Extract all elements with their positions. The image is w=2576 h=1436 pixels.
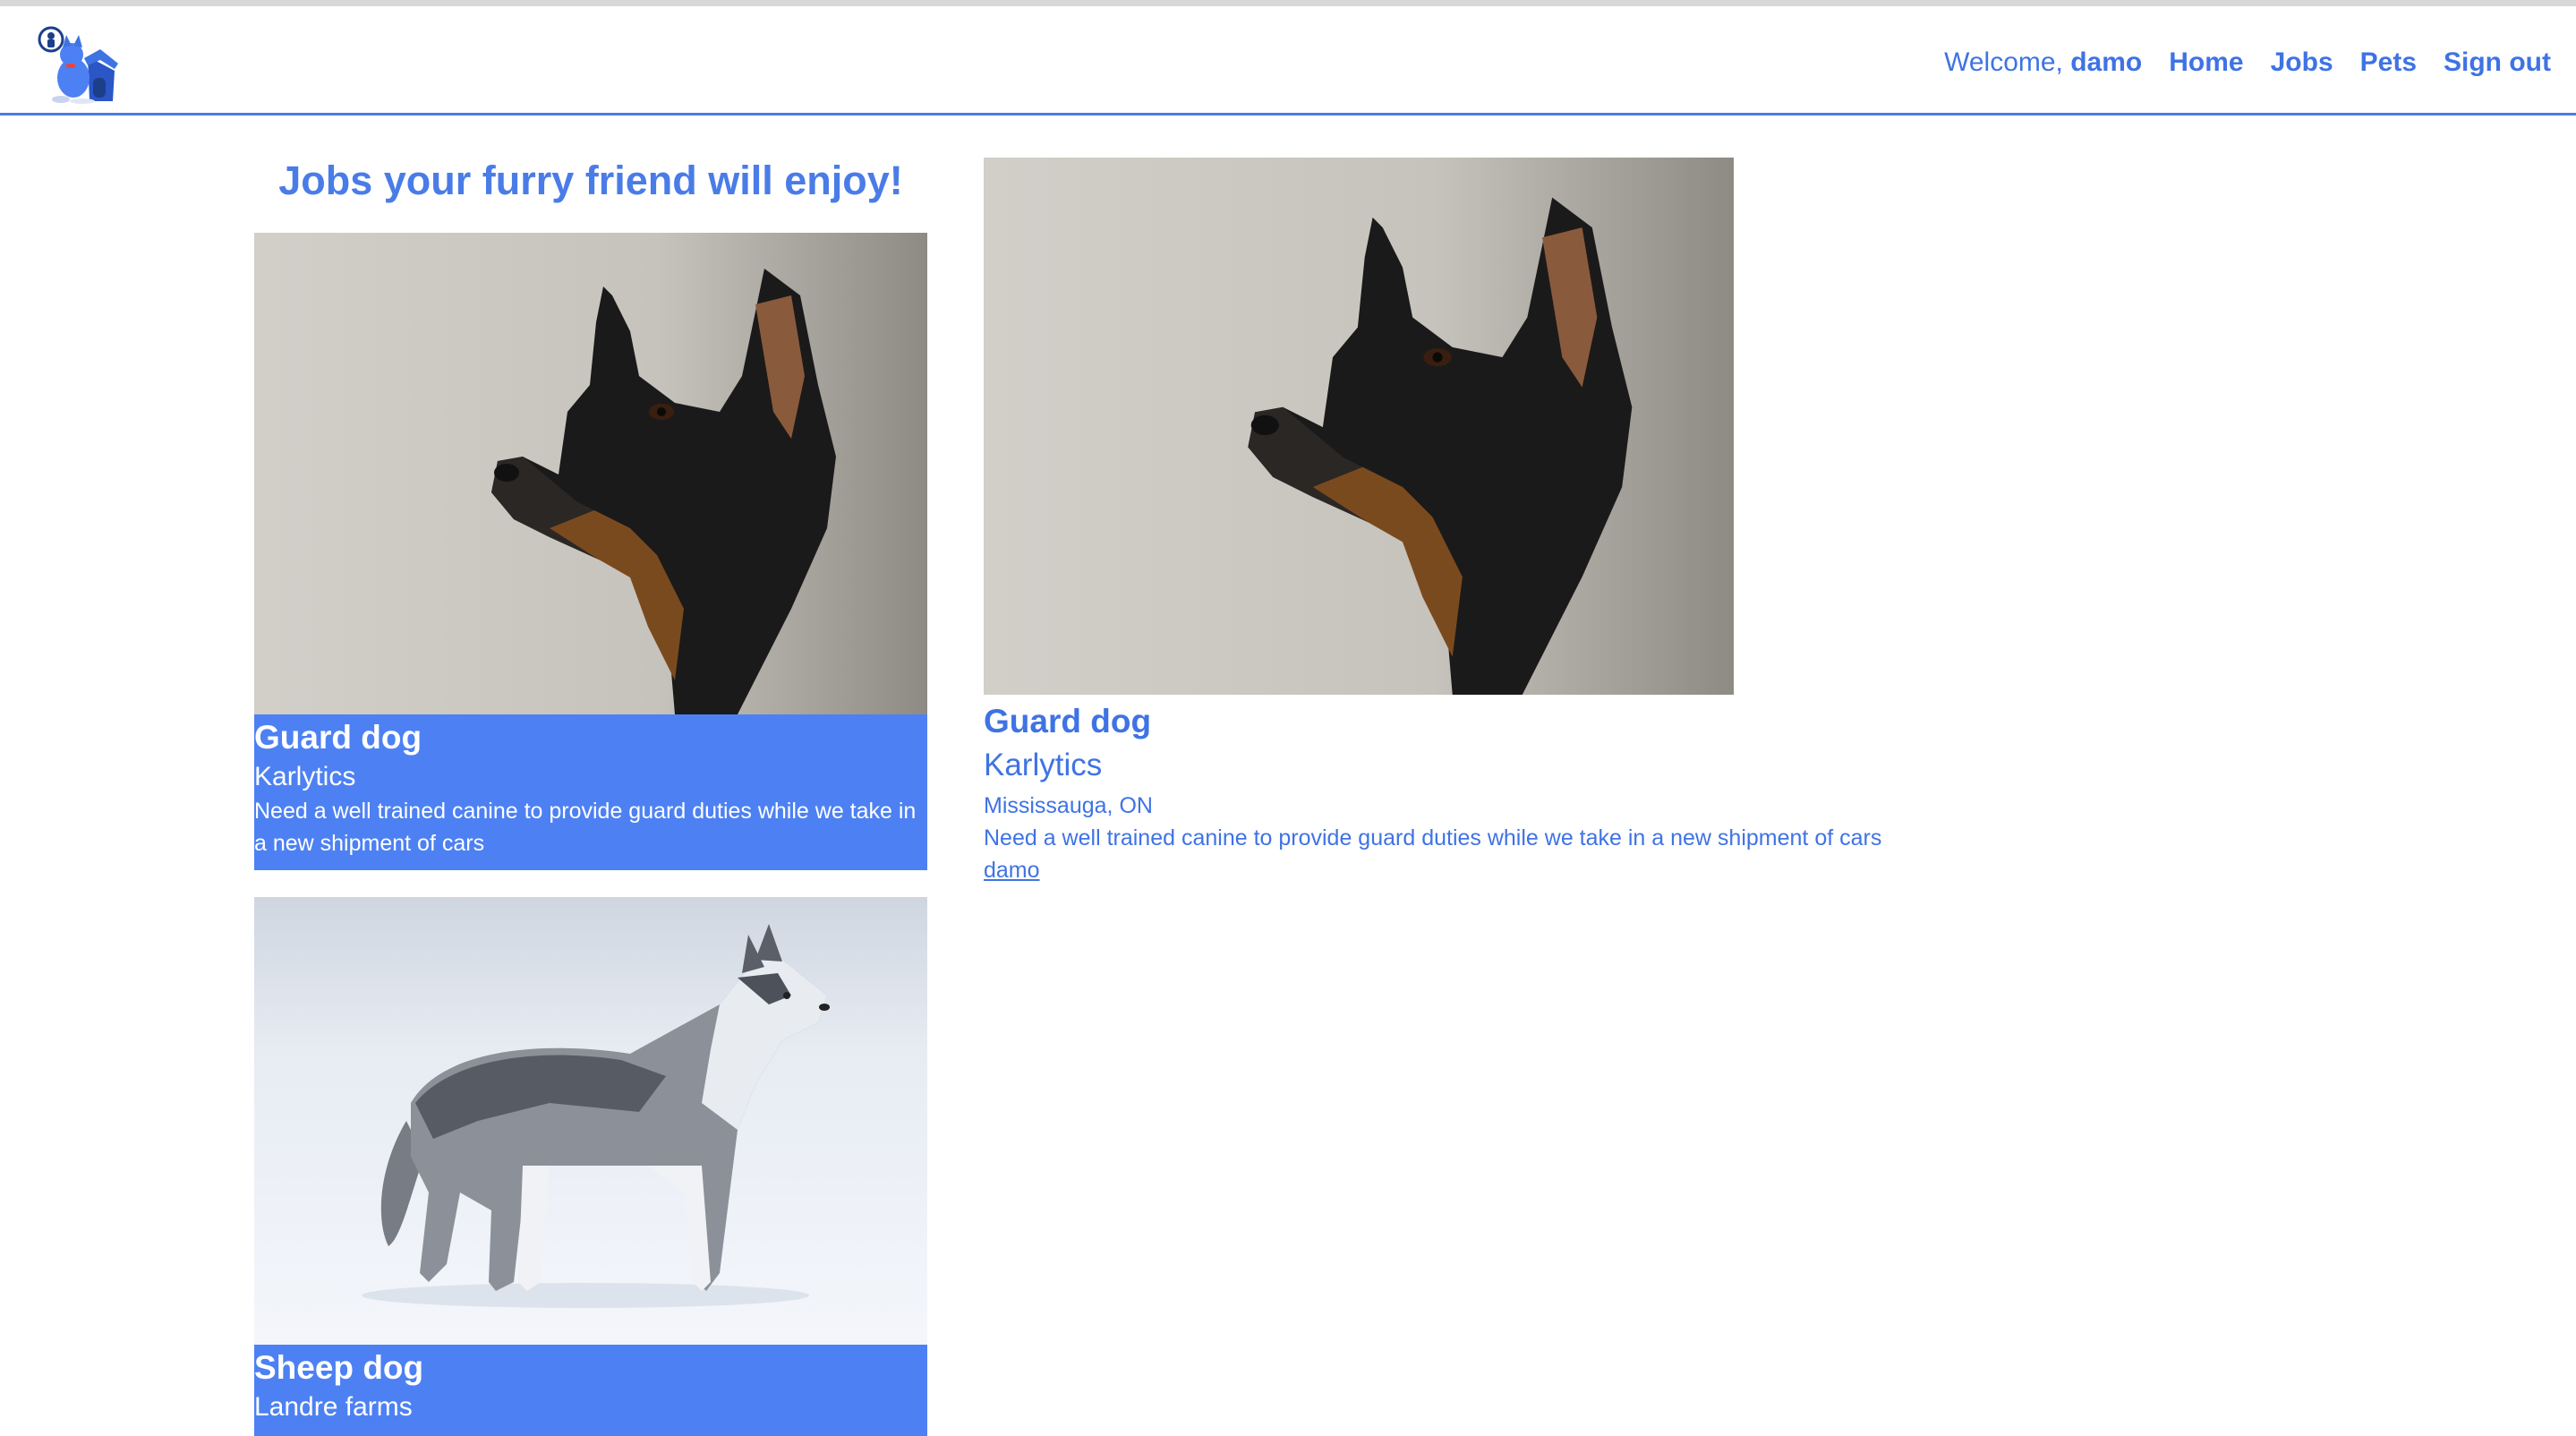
job-card-info: Guard dog Karlytics Need a well trained … (254, 714, 927, 870)
welcome-message: Welcome, damo (1944, 47, 2142, 78)
job-card-title: Guard dog (254, 719, 422, 756)
doberman-detail-photo (984, 158, 1734, 695)
navbar: Welcome, damo Home Jobs Pets Sign out (0, 6, 2576, 115)
husky-photo (254, 897, 927, 1345)
job-card-info: Sheep dog Landre farms (254, 1345, 927, 1436)
dog-house-logo-icon[interactable] (34, 19, 124, 105)
job-card-description: Need a well trained canine to provide gu… (254, 799, 917, 856)
welcome-prefix: Welcome, (1944, 47, 2071, 77)
job-card-title: Sheep dog (254, 1349, 424, 1386)
job-detail-owner-link[interactable]: damo (984, 854, 1932, 886)
nav-link-pets[interactable]: Pets (2360, 47, 2417, 78)
nav-link-jobs[interactable]: Jobs (2271, 47, 2333, 78)
nav-link-sign-out[interactable]: Sign out (2444, 47, 2551, 78)
job-card-company: Karlytics (254, 762, 356, 791)
doberman-photo (254, 233, 927, 714)
job-detail-location: Mississauga, ON (984, 793, 1153, 818)
job-detail-title: Guard dog (984, 703, 1152, 739)
job-detail-description: Need a well trained canine to provide gu… (984, 825, 1882, 850)
job-detail-company: Karlytics (984, 748, 1103, 782)
job-card-sheep-dog[interactable]: Sheep dog Landre farms (254, 897, 927, 1436)
page-title: Jobs your furry friend will enjoy! (278, 158, 903, 203)
welcome-username: damo (2070, 47, 2143, 77)
job-card-guard-dog[interactable]: Guard dog Karlytics Need a well trained … (254, 233, 927, 870)
nav-links: Welcome, damo Home Jobs Pets Sign out (1944, 47, 2551, 78)
window-top-border (0, 0, 2576, 6)
nav-link-home[interactable]: Home (2169, 47, 2243, 78)
job-detail-panel: Guard dog Karlytics Mississauga, ON Need… (984, 158, 1932, 886)
job-card-company: Landre farms (254, 1392, 413, 1422)
